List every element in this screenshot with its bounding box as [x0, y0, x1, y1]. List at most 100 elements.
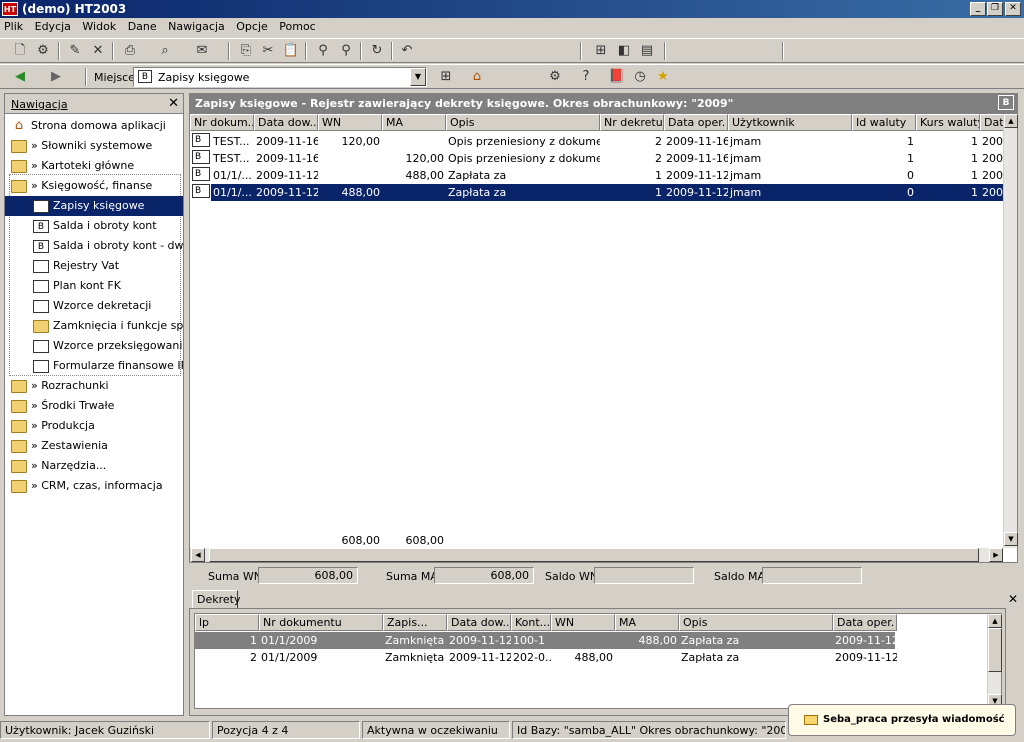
table-cell[interactable]: 2009-11-12	[664, 167, 728, 184]
column-header[interactable]: WN	[318, 114, 382, 131]
sidebar-item-10[interactable]: Zamknięcia i funkcje sp...	[5, 316, 183, 336]
table-cell[interactable]: 1	[916, 133, 980, 150]
table-cell[interactable]: 1	[916, 167, 980, 184]
help-icon[interactable]: ?	[576, 68, 596, 86]
table-cell[interactable]: Opis przeniesiony z dokument...	[446, 150, 600, 167]
scroll-right-icon[interactable]: ▶	[989, 548, 1003, 562]
column-header[interactable]: lp	[195, 614, 259, 631]
favorites-star-icon[interactable]: ★	[653, 68, 673, 86]
table-cell[interactable]: jmam	[728, 133, 852, 150]
column-header[interactable]: Data dow...	[254, 114, 318, 131]
column-header[interactable]: Nr dokumentu	[259, 614, 383, 631]
table-cell[interactable]: 488,00	[551, 649, 615, 666]
refresh-icon[interactable]: ↻	[367, 42, 387, 60]
menu-widok[interactable]: Widok	[78, 18, 120, 35]
tab-dekrety[interactable]: Dekrety	[192, 590, 240, 609]
properties-icon[interactable]: ⚙	[33, 42, 53, 60]
mail-icon[interactable]: ✉	[192, 42, 212, 60]
scroll-down-icon[interactable]: ▼	[1004, 532, 1018, 546]
table-cell[interactable]: Zapłata za	[679, 649, 833, 666]
location-combo[interactable]: B Zapisy księgowe ▼	[133, 67, 427, 87]
column-header[interactable]: Kurs waluty	[916, 114, 980, 131]
table-cell[interactable]	[382, 133, 446, 150]
delete-icon[interactable]: ✕	[88, 42, 108, 60]
tools-icon[interactable]: ⚙	[545, 68, 565, 86]
table-cell[interactable]: 2	[600, 133, 664, 150]
column-header[interactable]: Data oper.	[833, 614, 897, 631]
close-icon[interactable]: ✕	[168, 96, 179, 111]
sidebar-item-0[interactable]: ⌂ Strona domowa aplikacji	[5, 116, 183, 136]
table-cell[interactable]: 2009-11-16	[254, 150, 318, 167]
table-cell[interactable]: 2009-11-12	[447, 649, 511, 666]
column-header[interactable]: MA	[615, 614, 679, 631]
column-header[interactable]: Nr dekretu	[600, 114, 664, 131]
table-cell[interactable]: 2	[600, 150, 664, 167]
cut-icon[interactable]: ✂	[258, 42, 278, 60]
sidebar-item-8[interactable]: Plan kont FK	[5, 276, 183, 296]
table-cell[interactable]: 1	[916, 184, 980, 201]
find-next-icon[interactable]: ⚲	[336, 42, 356, 60]
table-cell[interactable]: 01/1/2009	[259, 649, 383, 666]
table-cell[interactable]	[318, 167, 382, 184]
horizontal-scrollbar[interactable]: ◀ ▶	[190, 548, 1003, 562]
table-cell[interactable]: 1	[916, 150, 980, 167]
column-header[interactable]: Zapis...	[383, 614, 447, 631]
column-header[interactable]: Opis	[446, 114, 600, 131]
sidebar-item-9[interactable]: Wzorce dekretacji	[5, 296, 183, 316]
column-header[interactable]: Data dow...	[447, 614, 511, 631]
sidebar-item-12[interactable]: Formularze finansowe IPS	[5, 356, 183, 376]
table-cell[interactable]: jmam	[728, 184, 852, 201]
table-cell[interactable]: TEST...	[211, 150, 254, 167]
sidebar-item-18[interactable]: » CRM, czas, informacja	[5, 476, 183, 496]
new-document-icon[interactable]: 🗋	[10, 42, 30, 60]
sidebar-item-5[interactable]: B Salda i obroty kont	[5, 216, 183, 236]
table-cell[interactable]: 1	[600, 184, 664, 201]
paste-icon[interactable]: 📋	[281, 42, 301, 60]
detail-vertical-scrollbar[interactable]: ▲ ▼	[987, 614, 1002, 708]
table-cell[interactable]: 01/1/...	[211, 184, 254, 201]
table-cell[interactable]: Zapłata za	[679, 632, 833, 649]
menu-edycja[interactable]: Edycja	[31, 18, 75, 35]
table-cell[interactable]: 120,00	[318, 133, 382, 150]
table-cell[interactable]: 1	[852, 133, 916, 150]
vertical-scrollbar[interactable]: ▲ ▼	[1003, 114, 1018, 548]
table-cell[interactable]: 1	[195, 632, 259, 649]
table-cell[interactable]: jmam	[728, 167, 852, 184]
table-cell[interactable]: 2009-11-12	[254, 184, 318, 201]
table-cell[interactable]: TEST...	[211, 133, 254, 150]
table-cell[interactable]: 2009-11-12	[833, 632, 897, 649]
table-cell[interactable]	[551, 632, 615, 649]
search-icon[interactable]: ⌕	[155, 42, 175, 60]
tree-view-icon[interactable]: ⊞	[436, 68, 456, 86]
table-cell[interactable]: 202-0...	[511, 649, 551, 666]
sidebar-item-15[interactable]: » Produkcja	[5, 416, 183, 436]
table-cell[interactable]: Zapłata za	[446, 184, 600, 201]
sidebar-item-16[interactable]: » Zestawienia	[5, 436, 183, 456]
menu-nawigacja[interactable]: Nawigacja	[164, 18, 229, 35]
table-cell[interactable]: Opis przeniesiony z dokument...	[446, 133, 600, 150]
column-header[interactable]: Id waluty	[852, 114, 916, 131]
table-cell[interactable]: Zamknięta	[383, 632, 447, 649]
column-header[interactable]: Nr dokum...	[190, 114, 254, 131]
sidebar-item-7[interactable]: Rejestry Vat	[5, 256, 183, 276]
table-cell[interactable]	[382, 184, 446, 201]
home-icon[interactable]: ⌂	[467, 68, 487, 86]
scroll-up-icon[interactable]: ▲	[1004, 114, 1018, 128]
book-icon[interactable]: 📕	[607, 68, 627, 86]
table-cell[interactable]: 2	[195, 649, 259, 666]
close-button[interactable]: ✕	[1005, 2, 1021, 16]
sidebar-item-6[interactable]: B Salda i obroty kont - dwu...	[5, 236, 183, 256]
scroll-thumb[interactable]	[209, 548, 979, 562]
undo-icon[interactable]: ↶	[397, 42, 417, 60]
table-cell[interactable]: 2009-11-12	[447, 632, 511, 649]
table-cell[interactable]: 100-1	[511, 632, 551, 649]
forward-icon[interactable]: ▶	[46, 68, 66, 86]
table-cell[interactable]: 0	[852, 167, 916, 184]
maximize-button[interactable]: ❐	[987, 2, 1003, 16]
sidebar-item-14[interactable]: » Środki Trwałe	[5, 396, 183, 416]
close-icon[interactable]: ✕	[1008, 592, 1018, 606]
tree-view-icon[interactable]: ⊞	[591, 42, 611, 60]
scroll-thumb[interactable]	[988, 628, 1002, 672]
table-cell[interactable]: 0	[852, 184, 916, 201]
menu-pomoc[interactable]: Pomoc	[275, 18, 319, 35]
